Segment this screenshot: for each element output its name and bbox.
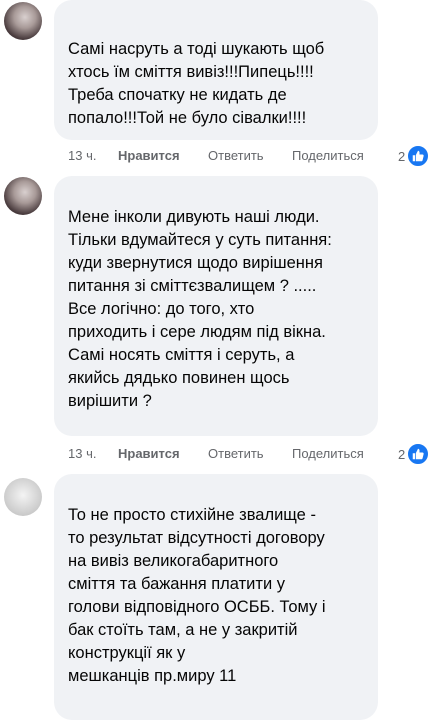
like-button[interactable]: Нравится (118, 446, 208, 461)
comment-text: Самі насруть а тоді шукають щоб хтось їм… (68, 40, 325, 127)
comment-bubble: Мене інколи дивують наші люди. Тільки вд… (54, 176, 378, 436)
share-button[interactable]: Поделиться (292, 148, 364, 163)
reaction-count[interactable]: 2 (398, 443, 430, 465)
comment-text: Мене інколи дивують наші люди. Тільки вд… (68, 208, 332, 410)
reaction-count-value: 2 (398, 148, 406, 164)
comment-actions: 13 ч. Нравится Ответить Поделиться (68, 446, 364, 461)
avatar[interactable] (4, 2, 42, 40)
comment-time[interactable]: 13 ч. (68, 446, 118, 461)
avatar[interactable] (4, 478, 42, 516)
comment-time[interactable]: 13 ч. (68, 148, 118, 163)
comment-actions: 13 ч. Нравится Ответить Поделиться (68, 148, 364, 163)
reply-button[interactable]: Ответить (208, 446, 292, 461)
like-reaction-icon (407, 443, 430, 465)
avatar[interactable] (4, 177, 42, 215)
comment-bubble: То не просто стихійне звалище - то резул… (54, 474, 378, 720)
comment-bubble: Самі насруть а тоді шукають щоб хтось їм… (54, 0, 378, 140)
reaction-count-value: 2 (398, 446, 406, 462)
share-button[interactable]: Поделиться (292, 446, 364, 461)
like-button[interactable]: Нравится (118, 148, 208, 163)
reply-button[interactable]: Ответить (208, 148, 292, 163)
reaction-count[interactable]: 2 (398, 145, 430, 167)
comment-text: То не просто стихійне звалище - то резул… (68, 506, 326, 685)
like-reaction-icon (407, 145, 430, 167)
